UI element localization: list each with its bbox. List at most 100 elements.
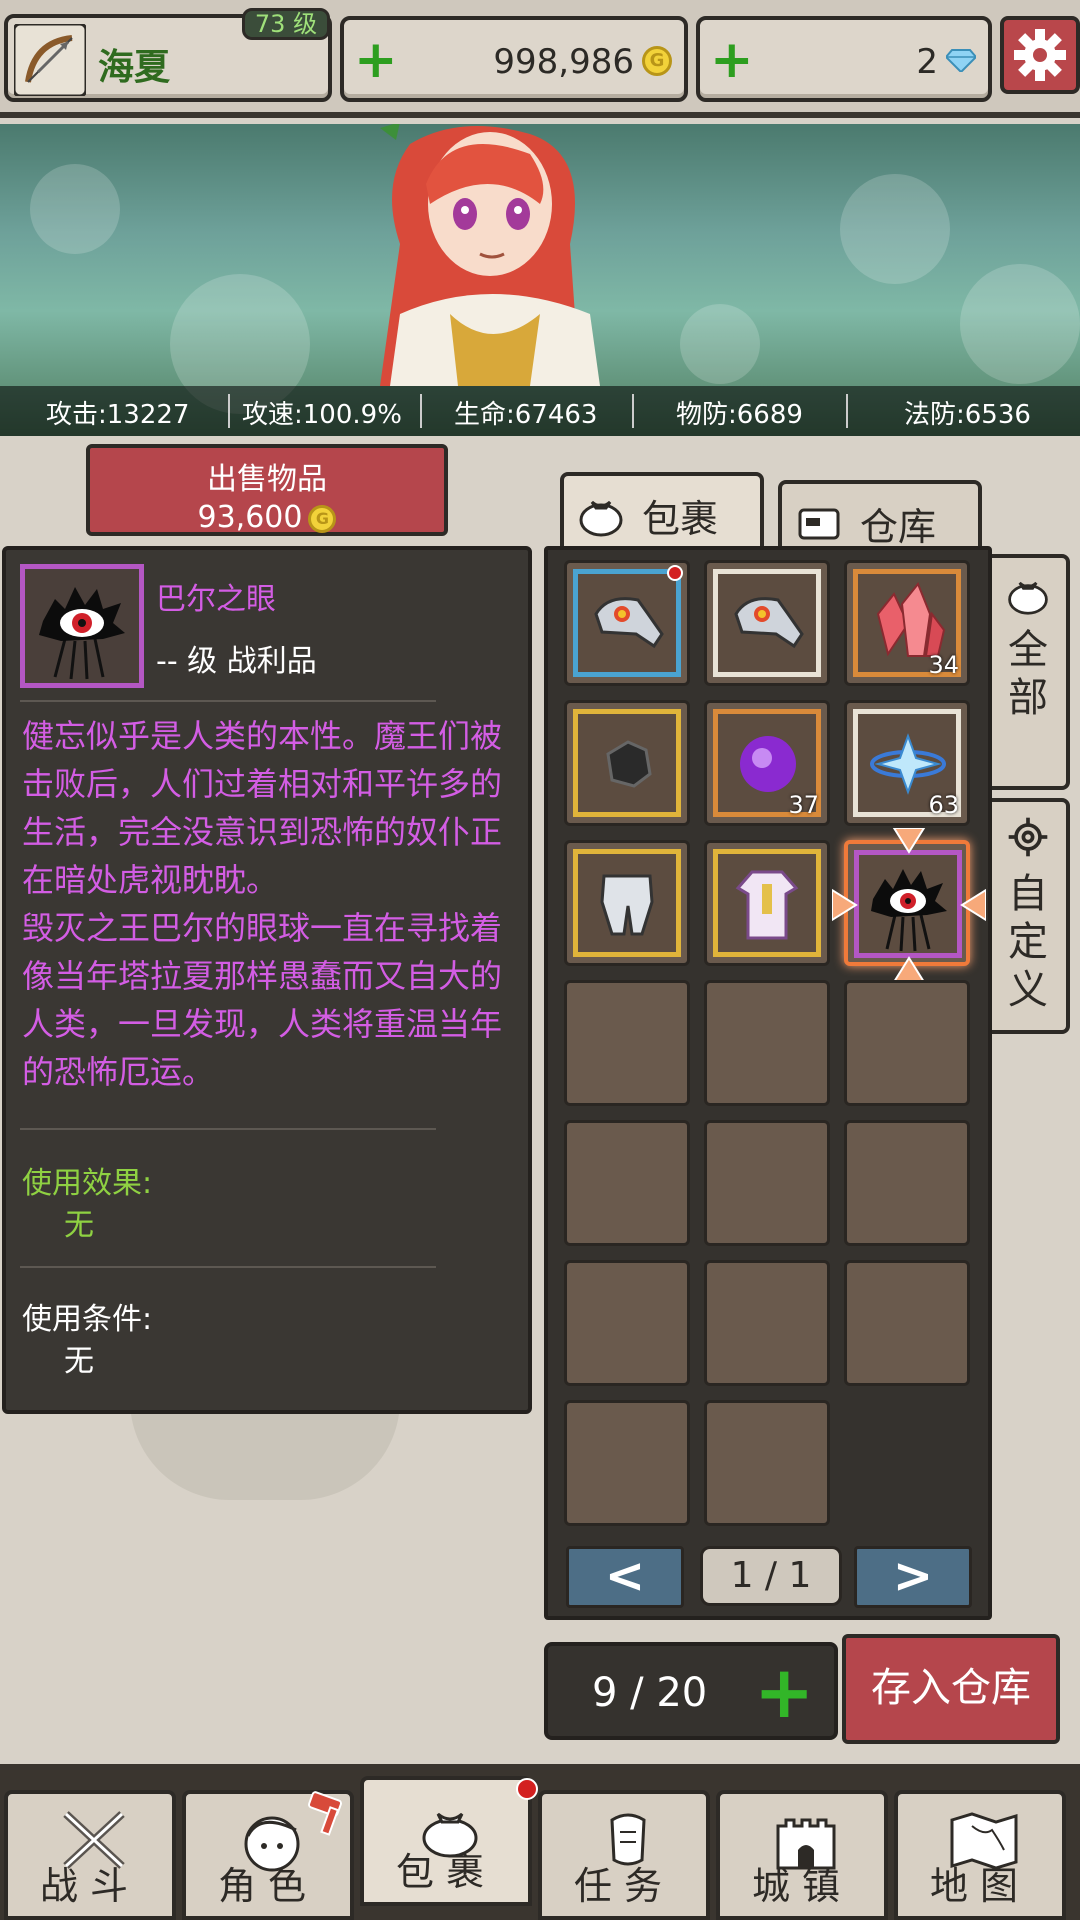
prev-page-button[interactable]: <	[566, 1546, 684, 1608]
filter-all-label-2: 部	[1008, 675, 1048, 721]
filter-all-label-1: 全	[1008, 627, 1048, 673]
background-ornament	[130, 1400, 400, 1500]
sell-price: 93,600 G	[90, 500, 444, 535]
expand-capacity-button[interactable]: +	[754, 1654, 814, 1730]
nav-battle-label: 战斗	[39, 1864, 140, 1908]
inventory-slot-empty[interactable]	[844, 1120, 970, 1246]
inventory-slot-empty[interactable]	[704, 1120, 830, 1246]
stat-magic-def: 法防:6536	[904, 400, 1031, 430]
inventory-slot[interactable]: 63	[844, 700, 970, 826]
bag-capacity: 9 / 20 +	[544, 1642, 838, 1740]
tab-bag[interactable]: 包裹	[560, 472, 764, 548]
inventory-slot[interactable]	[704, 560, 830, 686]
nav-bag-notification-dot	[516, 1778, 538, 1800]
item-level: -- 级 战利品	[156, 644, 317, 679]
filter-all-tab[interactable]: 全 部	[990, 554, 1070, 790]
coal-ore-icon	[606, 740, 652, 788]
inventory-slot[interactable]	[564, 560, 690, 686]
nav-bag[interactable]: 包裹	[360, 1776, 532, 1906]
slot-frame	[573, 709, 681, 817]
sell-item-button[interactable]: 出售物品 93,600 G	[86, 444, 448, 536]
effect-title: 使用效果:	[22, 1166, 153, 1201]
settings-button[interactable]	[1000, 16, 1080, 94]
robe-armor-icon	[735, 870, 799, 940]
filter-custom-label-2: 定	[1008, 919, 1048, 965]
nav-town-label: 城镇	[751, 1864, 852, 1908]
sell-price-value: 93,600	[197, 500, 303, 535]
inventory-slot-empty[interactable]	[704, 1260, 830, 1386]
stat-attack-speed: 攻速:100.9%	[242, 400, 402, 430]
condition-value: 无	[64, 1344, 94, 1379]
inventory-slot-selected[interactable]	[832, 828, 986, 982]
filter-custom-label-1: 自	[1008, 871, 1048, 917]
gold-coin-icon: G	[308, 504, 337, 533]
item-quantity: 34	[928, 651, 959, 679]
inventory-slot-empty[interactable]	[844, 1260, 970, 1386]
nav-battle[interactable]: 战斗	[4, 1790, 176, 1920]
nav-quest-label: 任务	[573, 1864, 674, 1908]
hammer-badge-icon	[308, 1791, 342, 1836]
slot-frame	[573, 849, 681, 957]
tab-bag-label: 包裹	[642, 497, 719, 541]
stat-hp: 生命:67463	[454, 400, 598, 430]
filter-custom-label-3: 义	[1008, 967, 1048, 1013]
inventory-slot-empty[interactable]	[564, 1260, 690, 1386]
gear-icon	[1008, 817, 1048, 857]
gem-amount: 2	[916, 42, 938, 82]
inventory-slot-empty[interactable]	[564, 980, 690, 1106]
slot-frame	[713, 569, 821, 677]
bag-icon	[579, 500, 623, 537]
stat-physical-def: 物防:6689	[676, 400, 803, 430]
armor-gauntlet-icon	[594, 597, 664, 649]
item-detail-icon	[20, 564, 144, 688]
next-page-button[interactable]: >	[854, 1546, 972, 1608]
nav-character-label: 角色	[217, 1864, 318, 1908]
nav-quest[interactable]: 任务	[538, 1790, 710, 1920]
sell-label: 出售物品	[207, 462, 327, 497]
inventory-slot[interactable]	[564, 700, 690, 826]
bow-icon	[14, 24, 86, 96]
nav-bag-label: 包裹	[395, 1850, 496, 1894]
gold-amount: 998,986	[493, 42, 634, 82]
item-detail-panel: 巴尔之眼 -- 级 战利品 健忘似乎是人类的本性。魔王们被击败后，人们过着相对和…	[2, 546, 532, 1414]
inventory-grid: 34 37 63	[544, 546, 992, 1620]
tab-storage[interactable]: 仓库	[778, 480, 982, 556]
level-badge: 73 级	[242, 8, 330, 40]
inventory-slot-empty[interactable]	[844, 980, 970, 1106]
inventory-slot-empty[interactable]	[564, 1120, 690, 1246]
inventory-slot-empty[interactable]	[564, 1400, 690, 1526]
armor-gauntlet-icon	[734, 597, 804, 649]
item-description: 健忘似乎是人类的本性。魔王们被击败后，人们过着相对和平许多的生活，完全没意识到恐…	[22, 717, 503, 1091]
inventory-slot-empty[interactable]	[704, 980, 830, 1106]
gold-panel: + 998,986 G	[340, 16, 688, 102]
store-to-warehouse-button[interactable]: 存入仓库	[842, 1634, 1060, 1744]
capacity-text: 9 / 20	[592, 1670, 708, 1716]
nav-map-label: 地图	[929, 1864, 1030, 1908]
eye-of-baal-icon	[39, 587, 125, 680]
nav-town[interactable]: 城镇	[716, 1790, 888, 1920]
tab-storage-label: 仓库	[860, 505, 937, 549]
filter-custom-tab[interactable]: 自 定 义	[990, 798, 1070, 1034]
gold-coin-icon: G	[642, 46, 672, 76]
stat-divider	[846, 394, 848, 428]
inventory-slot[interactable]	[704, 840, 830, 966]
slot-frame	[713, 849, 821, 957]
add-gem-button[interactable]: +	[710, 32, 754, 88]
diamond-icon	[946, 49, 976, 72]
gem-panel: + 2	[696, 16, 992, 102]
add-gold-button[interactable]: +	[354, 32, 398, 88]
divider	[20, 1128, 436, 1130]
character-portrait	[380, 124, 600, 386]
inventory-slot-empty[interactable]	[704, 1400, 830, 1526]
inventory-slot[interactable]	[564, 840, 690, 966]
slot-frame	[573, 569, 681, 677]
effect-value: 无	[64, 1208, 94, 1243]
inventory-slot[interactable]: 37	[704, 700, 830, 826]
selection-arrows-icon	[832, 828, 986, 982]
inventory-slot[interactable]: 34	[844, 560, 970, 686]
item-quantity: 63	[928, 791, 959, 819]
bag-icon	[1008, 581, 1048, 615]
nav-map[interactable]: 地图	[894, 1790, 1066, 1920]
divider	[20, 700, 436, 702]
nav-character[interactable]: 角色	[182, 1790, 354, 1920]
